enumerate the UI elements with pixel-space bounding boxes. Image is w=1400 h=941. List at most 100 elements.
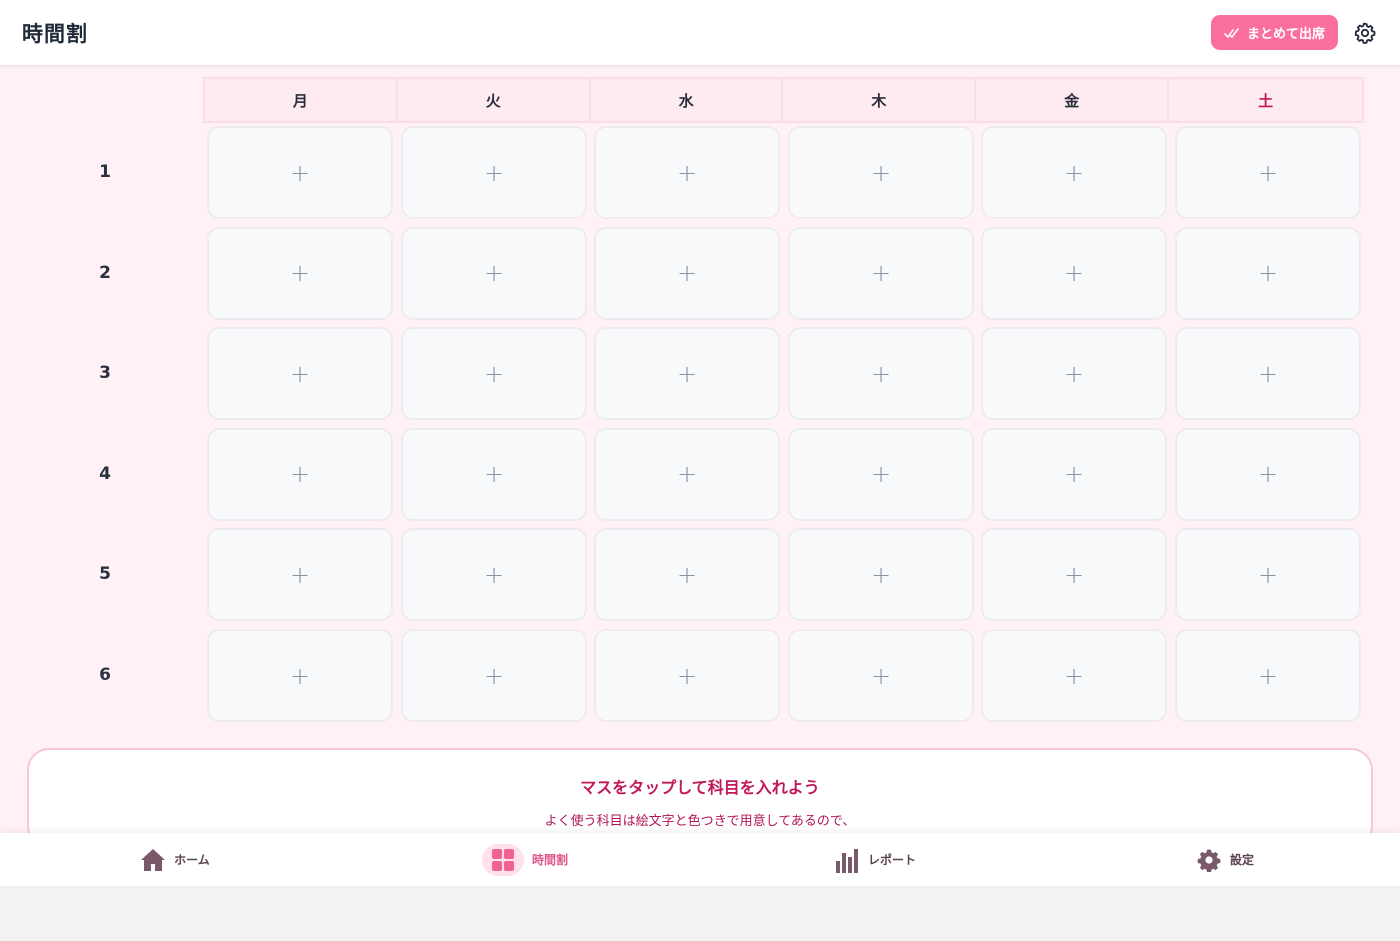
add-icon: +	[289, 560, 311, 589]
add-icon: +	[483, 560, 505, 589]
add-icon: +	[870, 560, 892, 589]
add-icon: +	[1063, 359, 1085, 388]
add-icon: +	[289, 661, 311, 690]
add-icon: +	[1063, 158, 1085, 187]
nav-report[interactable]: レポート	[700, 833, 1050, 886]
double-check-icon	[1224, 27, 1239, 38]
timetable-cell[interactable]: +	[594, 528, 780, 622]
timetable-cell[interactable]: +	[1175, 327, 1361, 421]
add-icon: +	[676, 158, 698, 187]
timetable-cell[interactable]: +	[401, 327, 587, 421]
header-actions: まとめて出席	[1210, 15, 1378, 50]
bulk-attend-label: まとめて出席	[1246, 26, 1325, 41]
day-header: 木	[783, 79, 977, 121]
timetable-cell[interactable]: +	[1175, 629, 1361, 722]
timetable-cell[interactable]: +	[1175, 427, 1361, 521]
timetable-area: 月火水木金 土 1 + + + + + +2 + + + + + +3 + + + + + +4 + + + + + +5 + + + +…	[0, 69, 1400, 833]
add-icon: +	[870, 259, 892, 288]
timetable-cell[interactable]: +	[594, 126, 780, 219]
header-settings-button[interactable]	[1352, 20, 1378, 46]
timetable-cell[interactable]: +	[788, 427, 974, 521]
add-icon: +	[289, 460, 311, 489]
timetable-cell[interactable]: +	[981, 327, 1167, 421]
add-icon: +	[870, 460, 892, 489]
period-label: 4	[99, 463, 111, 484]
timetable-cell[interactable]: +	[594, 226, 780, 320]
timetable-cell[interactable]: +	[981, 226, 1167, 320]
hint-card: マスをタップして科目を入れよう よく使う科目は絵文字と色つきで用意してあるので、	[27, 748, 1373, 833]
nav-home-label: ホーム	[174, 853, 210, 867]
add-icon: +	[676, 560, 698, 589]
timetable-cell[interactable]: +	[981, 126, 1167, 219]
day-header-row: 月火水木金 土	[203, 77, 1364, 123]
timetable-cell[interactable]: +	[401, 226, 587, 320]
add-icon: +	[676, 460, 698, 489]
bar-chart-icon	[834, 847, 860, 873]
period-label: 5	[99, 564, 111, 585]
timetable-cell[interactable]: +	[594, 327, 780, 421]
add-icon: +	[1063, 259, 1085, 288]
nav-settings[interactable]: 設定	[1050, 833, 1400, 886]
nav-settings-label: 設定	[1229, 853, 1254, 867]
bulk-attend-button[interactable]: まとめて出席	[1210, 15, 1338, 50]
timetable-cell[interactable]: +	[401, 126, 587, 219]
add-icon: +	[1257, 259, 1279, 288]
gear-icon	[1196, 847, 1222, 873]
add-icon: +	[1063, 460, 1085, 489]
home-icon	[140, 847, 166, 873]
timetable-cell[interactable]: +	[981, 427, 1167, 521]
add-icon: +	[483, 259, 505, 288]
app-header: 時間割 まとめて出席	[0, 0, 1400, 67]
timetable-cell[interactable]: +	[594, 427, 780, 521]
add-icon: +	[483, 460, 505, 489]
add-icon: +	[1257, 460, 1279, 489]
add-icon: +	[289, 158, 311, 187]
grid-icon	[481, 843, 524, 876]
add-icon: +	[483, 158, 505, 187]
timetable-cell[interactable]: +	[594, 629, 780, 722]
timetable-cell[interactable]: +	[1175, 226, 1361, 320]
day-header: 月	[205, 79, 398, 121]
day-header: 土	[1258, 91, 1274, 110]
period-label: 3	[99, 363, 111, 384]
nav-timetable-label: 時間割	[531, 853, 568, 867]
timetable-cell[interactable]: +	[207, 528, 393, 622]
period-label: 1	[99, 162, 111, 182]
timetable-cell[interactable]: +	[401, 427, 587, 521]
timetable-cell[interactable]: +	[1175, 126, 1361, 219]
gear-icon	[1354, 22, 1376, 44]
timetable-cell[interactable]: +	[207, 327, 393, 421]
timetable-cell[interactable]: +	[788, 327, 974, 421]
timetable-cell[interactable]: +	[788, 629, 974, 722]
timetable-cell[interactable]: +	[207, 427, 393, 521]
hint-body: よく使う科目は絵文字と色つきで用意してあるので、	[544, 814, 856, 829]
bottom-nav: ホーム 時間割 レポート 設定	[0, 833, 1400, 886]
add-icon: +	[870, 158, 892, 187]
add-icon: +	[1063, 560, 1085, 589]
timetable-cell[interactable]: +	[981, 629, 1167, 722]
add-icon: +	[870, 359, 892, 388]
timetable-cell[interactable]: +	[788, 226, 974, 320]
add-icon: +	[289, 359, 311, 388]
timetable-cell[interactable]: +	[1175, 528, 1361, 622]
add-icon: +	[483, 359, 505, 388]
timetable-cell[interactable]: +	[788, 126, 974, 219]
timetable-cell[interactable]: +	[788, 528, 974, 622]
add-icon: +	[1257, 158, 1279, 187]
add-icon: +	[676, 661, 698, 690]
timetable-cell[interactable]: +	[401, 528, 587, 622]
timetable-cell[interactable]: +	[981, 528, 1167, 622]
timetable-cell[interactable]: +	[207, 126, 393, 219]
add-icon: +	[483, 661, 505, 690]
add-icon: +	[289, 259, 311, 288]
day-header: 水	[591, 79, 784, 121]
period-label: 2	[99, 262, 111, 283]
nav-home[interactable]: ホーム	[0, 833, 350, 886]
period-label: 6	[99, 665, 111, 685]
timetable-cell[interactable]: +	[401, 629, 587, 722]
add-icon: +	[870, 661, 892, 690]
timetable-cell[interactable]: +	[207, 629, 393, 722]
add-icon: +	[1257, 560, 1279, 589]
nav-timetable[interactable]: 時間割	[350, 833, 700, 886]
timetable-cell[interactable]: +	[207, 226, 393, 320]
